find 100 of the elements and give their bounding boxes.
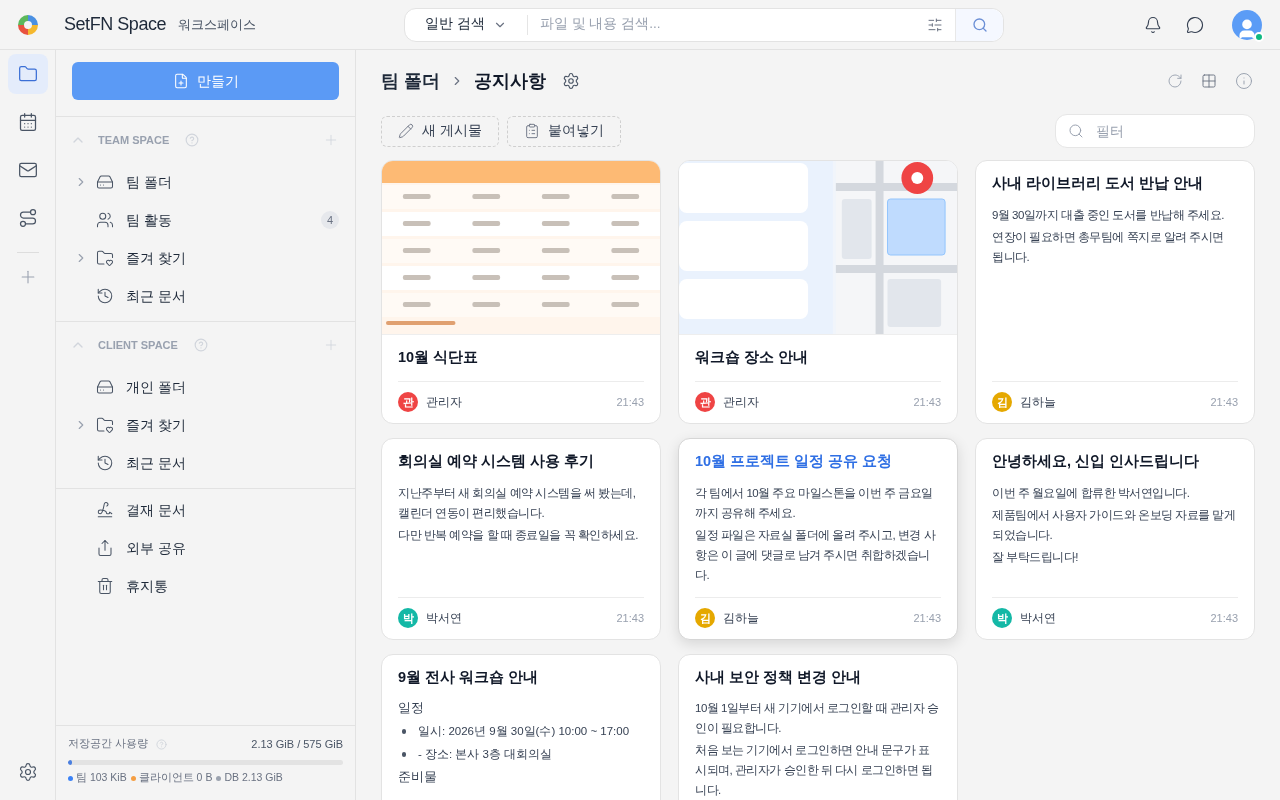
sidebar-item[interactable]: 최근 문서 (56, 444, 355, 482)
post-card[interactable]: 사내 라이브러리 도서 반납 안내 9월 30일까지 대출 중인 도서를 반납해 주세요. 연장이 필요하면 총무팀에 쪽지로 알려 주시면 됩니다. 김 김하늘 21:43 (975, 160, 1255, 424)
clipboard-icon (523, 123, 540, 139)
sidebar-item[interactable]: 즐겨 찾기 (56, 239, 355, 277)
refresh-icon[interactable] (1167, 73, 1183, 89)
item-label: 팀 폴더 (126, 172, 173, 192)
body-text: 연장이 필요하면 총무팀에 쪽지로 알려 주시면 됩니다. (992, 229, 1225, 265)
add-icon[interactable] (323, 132, 339, 148)
body-text: 제품팀에서 사용자 가이드와 온보딩 자료를 맡게 되었습니다. (992, 507, 1237, 543)
section-heading: 준비물 (398, 769, 438, 787)
item-label: 즐겨 찾기 (126, 415, 187, 435)
history-icon (96, 454, 114, 472)
bullet-text: 일시: 2026년 9월 30일(수) 10:00 ~ 17:00 (418, 724, 630, 740)
author-avatar: 박 (398, 608, 418, 628)
history-icon (96, 287, 114, 305)
post-time: 21:43 (616, 395, 644, 410)
info-icon[interactable] (1235, 72, 1253, 90)
folder-icon (96, 416, 114, 434)
body-text: 이번 주 월요일에 합류한 박서연입니다. (992, 485, 1191, 501)
sidebar-item[interactable]: 최근 문서 (56, 277, 355, 315)
author-name: 김하늘 (723, 610, 760, 627)
notification-icon[interactable] (1144, 15, 1162, 34)
card-title: 안녕하세요, 신입 인사드립니다 (992, 451, 1201, 471)
item-label: 최근 문서 (126, 286, 187, 306)
body-text: 잘 부탁드립니다! (992, 549, 1079, 565)
item-label: 최근 문서 (126, 453, 187, 473)
section-title: TEAM SPACE (98, 132, 170, 148)
filter-input[interactable]: 필터 (1096, 120, 1242, 142)
card-title: 사내 라이브러리 도서 반납 안내 (992, 174, 1205, 193)
post-card[interactable]: 안녕하세요, 신입 인사드립니다 이번 주 월요일에 합류한 박서연입니다. 제품팀에서 사용자 가이드와 온보딩 자료를 맡게 되었습니다. 잘 부탁드립니다! 박 박서연 21:43 (975, 437, 1255, 640)
sidebar-item[interactable]: 즐겨 찾기 (56, 406, 355, 444)
body-text: 지난주부터 새 회의실 예약 시스템을 써 봤는데, 캘린더 연동이 편리했습니다. (398, 485, 637, 521)
help-icon[interactable] (193, 338, 208, 352)
author-name: 관리자 (426, 394, 463, 412)
search-icon (971, 16, 988, 33)
user-avatar[interactable] (1232, 9, 1262, 40)
storage-label: 저장공간 사용량 (68, 736, 148, 752)
search-icon (1068, 123, 1084, 139)
card-title: 회의실 예약 시스템 사용 후기 (398, 451, 596, 471)
post-card[interactable]: 회의실 예약 시스템 사용 후기 지난주부터 새 회의실 예약 시스템을 써 봤는데, 캘린더 연동이 편리했습니다. 다만 반복 예약을 할 때 종료일을 꼭 확인하세요. 박 박서연 21:43 (381, 437, 661, 640)
card-title: 사내 보안 정책 변경 안내 (695, 667, 863, 687)
legend-label: DB 2.13 GiB (224, 770, 283, 786)
legend-label: 클라이언트 0 B (138, 770, 213, 786)
trash-icon (96, 577, 114, 595)
author-avatar: 김 (695, 608, 715, 628)
people-icon (96, 211, 114, 229)
post-time: 21:43 (913, 610, 941, 626)
chat-icon[interactable] (1186, 15, 1204, 34)
grid-view-icon[interactable] (1201, 73, 1217, 89)
legend-label: 팀 103 KiB (76, 770, 127, 786)
signature-icon (96, 501, 114, 519)
sidebar-item[interactable]: 휴지통 (56, 567, 355, 605)
sidebar-item[interactable]: 개인 폴더 (56, 368, 355, 406)
file-plus-icon (172, 73, 189, 89)
search-mode-dropdown[interactable]: 일반 검색 (405, 14, 528, 35)
item-label: 개인 폴더 (126, 377, 187, 397)
pencil-icon (398, 123, 414, 139)
filter-field[interactable]: 필터 (1055, 114, 1255, 148)
author-avatar: 관 (695, 392, 715, 413)
author-name: 박서연 (1020, 610, 1057, 627)
folder-icon (96, 249, 114, 267)
card-title: 9월 전사 워크숍 안내 (398, 667, 540, 687)
drive-icon (96, 173, 114, 191)
body-text: 다만 반복 예약을 할 때 종료일을 꼭 확인하세요. (398, 527, 640, 543)
body-text: 일정 파일은 자료실 폴더에 올려 주시고, 변경 사항은 이 글에 댓글로 남겨 주시면 취합하겠습니다. (695, 527, 937, 583)
post-card[interactable]: 워크숍 장소 안내 관 관리자 21:43 (678, 160, 958, 424)
section-heading: 일정 (398, 700, 425, 718)
search-button[interactable] (955, 8, 1004, 41)
folder-icon[interactable] (7, 54, 48, 94)
sidebar-item[interactable]: 결재 문서 (56, 491, 355, 529)
sidebar-item[interactable]: 팀 활동 4 (56, 201, 355, 239)
breadcrumb-item[interactable]: 공지사항 (474, 67, 546, 95)
author-name: 박서연 (426, 610, 463, 627)
post-time: 21:43 (616, 610, 644, 626)
body-text: 각 팀에서 10월 주요 마일스톤을 이번 주 금요일까지 공유해 주세요. (695, 485, 934, 521)
settings-icon[interactable] (17, 762, 38, 782)
storage-value: 2.13 GiB / 575 GiB (251, 736, 343, 752)
help-icon[interactable] (155, 738, 167, 750)
author-avatar: 관 (398, 392, 418, 413)
paste-button[interactable]: 붙여넣기 (506, 115, 621, 147)
post-card[interactable]: 9월 전사 워크숍 안내 일정 일시: 2026년 9월 30일(수) 10:00 ~ 17:00 - 장소: 본사 3층 대회의실 준비물 (381, 653, 661, 800)
section-title: CLIENT SPACE (98, 337, 178, 353)
settings-icon[interactable] (562, 72, 580, 90)
new-post-button[interactable]: 새 게시물 (381, 115, 499, 147)
sidebar-item[interactable]: 외부 공유 (56, 529, 355, 567)
help-icon[interactable] (185, 133, 200, 147)
post-card[interactable]: 사내 보안 정책 변경 안내 10월 1일부터 새 기기에서 로그인할 때 관리자 승인이 필요합니다. 처음 보는 기기에서 로그인하면 안내 문구가 표시되며, 관리자가 승인한 뒤 다시 로그인하면 됩니다. (678, 653, 958, 800)
author-name: 관리자 (723, 394, 760, 412)
search-bar[interactable]: 일반 검색 파일 및 내용 검색... (404, 7, 1005, 42)
sidebar-item[interactable]: 팀 폴더 (56, 163, 355, 201)
post-card[interactable]: 10월 프로젝트 일정 공유 요청 각 팀에서 10월 주요 마일스톤을 이번 주 금요일까지 공유해 주세요. 일정 파일은 자료실 폴더에 올려 주시고, 변경 사항은 이 글에 댓글로 남겨 주시면 취합하겠습니다. 김 김하늘 21:43 (678, 437, 958, 640)
search-input[interactable]: 파일 및 내용 검색... (527, 14, 916, 35)
logo-icon (17, 13, 39, 36)
post-card[interactable]: 10월 식단표 관 관리자 21:43 (381, 160, 661, 424)
share-icon (96, 539, 114, 557)
post-time: 21:43 (1210, 395, 1238, 410)
breadcrumb-item[interactable]: 팀 폴더 (381, 67, 440, 95)
filter-options-icon[interactable] (927, 16, 944, 33)
body-text: 10월 1일부터 새 기기에서 로그인할 때 관리자 승인이 필요합니다. (695, 701, 940, 737)
add-icon[interactable] (323, 337, 339, 353)
